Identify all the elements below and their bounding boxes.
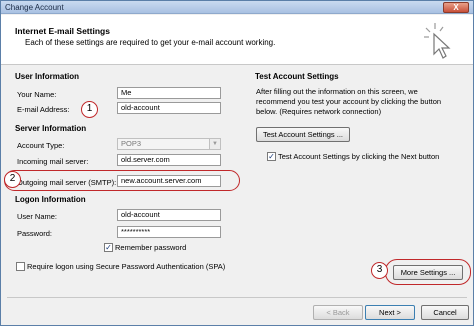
username-field[interactable]: old-account <box>117 209 221 221</box>
cancel-button[interactable]: Cancel <box>421 305 469 320</box>
logon-info-heading: Logon Information <box>15 195 86 204</box>
spa-checkbox[interactable] <box>16 262 25 271</box>
username-label: User Name: <box>17 212 58 221</box>
header-panel: Internet E-mail Settings Each of these s… <box>1 15 473 65</box>
password-field[interactable]: ********** <box>117 226 221 238</box>
title-bar: Change Account X <box>1 1 473 14</box>
callout-badge-2: 2 <box>4 171 21 188</box>
server-info-heading: Server Information <box>15 124 87 133</box>
test-on-next-label: Test Account Settings by clicking the Ne… <box>278 152 440 161</box>
close-button[interactable]: X <box>443 2 469 13</box>
account-type-label: Account Type: <box>17 141 65 150</box>
test-settings-description: After filling out the information on thi… <box>256 87 442 116</box>
spa-label: Require logon using Secure Password Auth… <box>27 262 226 271</box>
chevron-down-icon: ▼ <box>209 139 220 149</box>
callout-badge-1: 1 <box>81 101 98 118</box>
incoming-server-label: Incoming mail server: <box>17 157 89 166</box>
incoming-server-field[interactable]: old.server.com <box>117 154 221 166</box>
email-label: E-mail Address: <box>17 105 70 114</box>
account-type-value: POP3 <box>121 139 142 148</box>
email-field[interactable]: old-account <box>117 102 221 114</box>
name-field[interactable]: Me <box>117 87 221 99</box>
password-label: Password: <box>17 229 53 238</box>
callout-badge-3: 3 <box>371 262 388 279</box>
test-on-next-checkbox[interactable]: ✓ <box>267 152 276 161</box>
remember-password-checkbox[interactable]: ✓ <box>104 243 113 252</box>
more-settings-highlight <box>385 259 471 285</box>
back-button[interactable]: < Back <box>313 305 363 320</box>
name-label: Your Name: <box>17 90 57 99</box>
test-settings-heading: Test Account Settings <box>255 72 339 81</box>
next-button[interactable]: Next > <box>365 305 415 320</box>
header-subtitle: Each of these settings are required to g… <box>25 38 276 47</box>
header-title: Internet E-mail Settings <box>15 26 110 36</box>
user-info-heading: User Information <box>15 72 80 81</box>
outgoing-server-highlight <box>4 170 240 191</box>
mouse-cursor-click-icon <box>424 23 451 59</box>
test-account-settings-button[interactable]: Test Account Settings ... <box>256 127 350 142</box>
account-type-select: POP3 ▼ <box>117 138 221 150</box>
footer-divider <box>7 297 467 298</box>
change-account-dialog: Change Account X Internet E-mail Setting… <box>0 0 474 326</box>
window-title: Change Account <box>5 3 64 12</box>
remember-password-label: Remember password <box>115 243 187 252</box>
